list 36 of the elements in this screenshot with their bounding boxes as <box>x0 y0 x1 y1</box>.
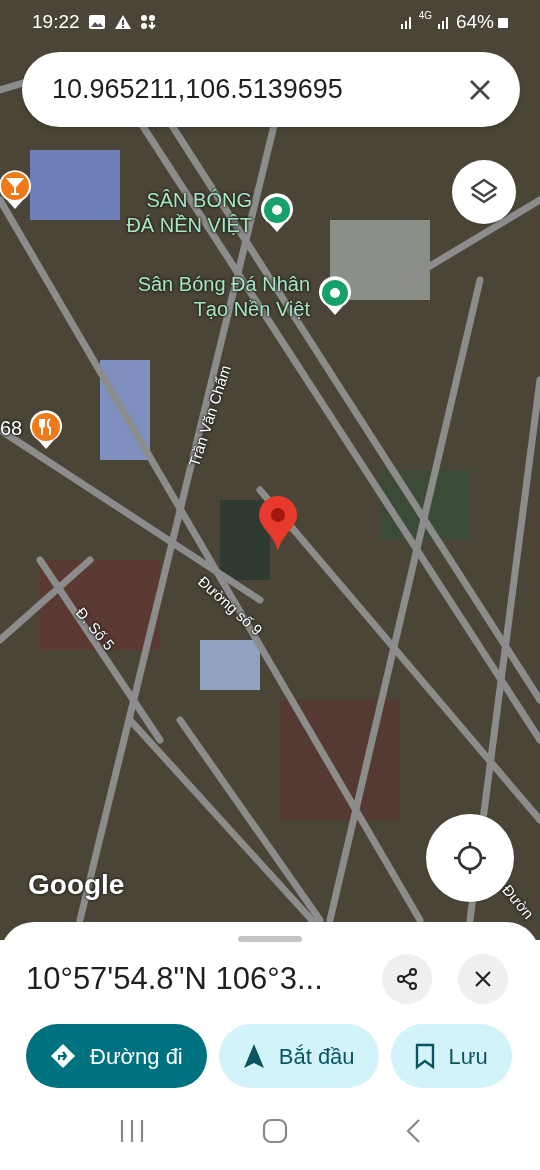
share-button[interactable] <box>382 954 432 1004</box>
location-pin-icon <box>257 494 299 552</box>
map-attribution: Google <box>28 868 125 902</box>
recent-apps-icon[interactable] <box>118 1119 145 1143</box>
street-label: Trần Văn Chẩm <box>184 362 235 471</box>
street-label: Đ. Số 5 <box>71 603 119 656</box>
search-field[interactable]: 10.965211,106.5139695 <box>52 69 462 110</box>
back-icon[interactable] <box>405 1118 422 1144</box>
bookmark-icon <box>414 1043 435 1069</box>
place-pin-icon[interactable] <box>317 276 353 316</box>
action-button[interactable]: Đường đi <box>26 1024 207 1088</box>
drag-handle[interactable] <box>238 936 302 942</box>
action-button[interactable]: Lưu <box>390 1024 512 1088</box>
warning-icon <box>113 14 132 30</box>
close-button[interactable] <box>458 954 508 1004</box>
cocktail-pin-icon[interactable] <box>0 168 34 210</box>
search-bar[interactable]: 10.965211,106.5139695 <box>22 52 520 127</box>
status-time: 19:22 <box>32 9 80 34</box>
place-label: 68 <box>0 416 24 440</box>
directions-icon <box>50 1043 76 1069</box>
network-type: 4G <box>418 8 432 23</box>
coordinates-title: 10°57'54.8"N 106°3... <box>26 959 324 998</box>
navigation-arrow-icon <box>242 1043 265 1069</box>
close-icon <box>474 970 492 988</box>
battery-percent: 64% <box>455 9 494 34</box>
my-location-icon <box>452 840 488 876</box>
place-label: SÂN BÓNG ĐÁ NỀN VIỆT <box>125 188 252 238</box>
action-button[interactable]: Bắt đầu <box>218 1024 379 1088</box>
share-icon <box>395 967 419 991</box>
place-pin-icon[interactable] <box>259 193 295 233</box>
battery-icon <box>498 16 508 28</box>
home-icon[interactable] <box>262 1118 288 1144</box>
close-icon <box>469 78 491 101</box>
building-roof <box>200 640 260 690</box>
download-icon <box>139 14 156 30</box>
restaurant-pin-icon[interactable] <box>28 410 64 450</box>
